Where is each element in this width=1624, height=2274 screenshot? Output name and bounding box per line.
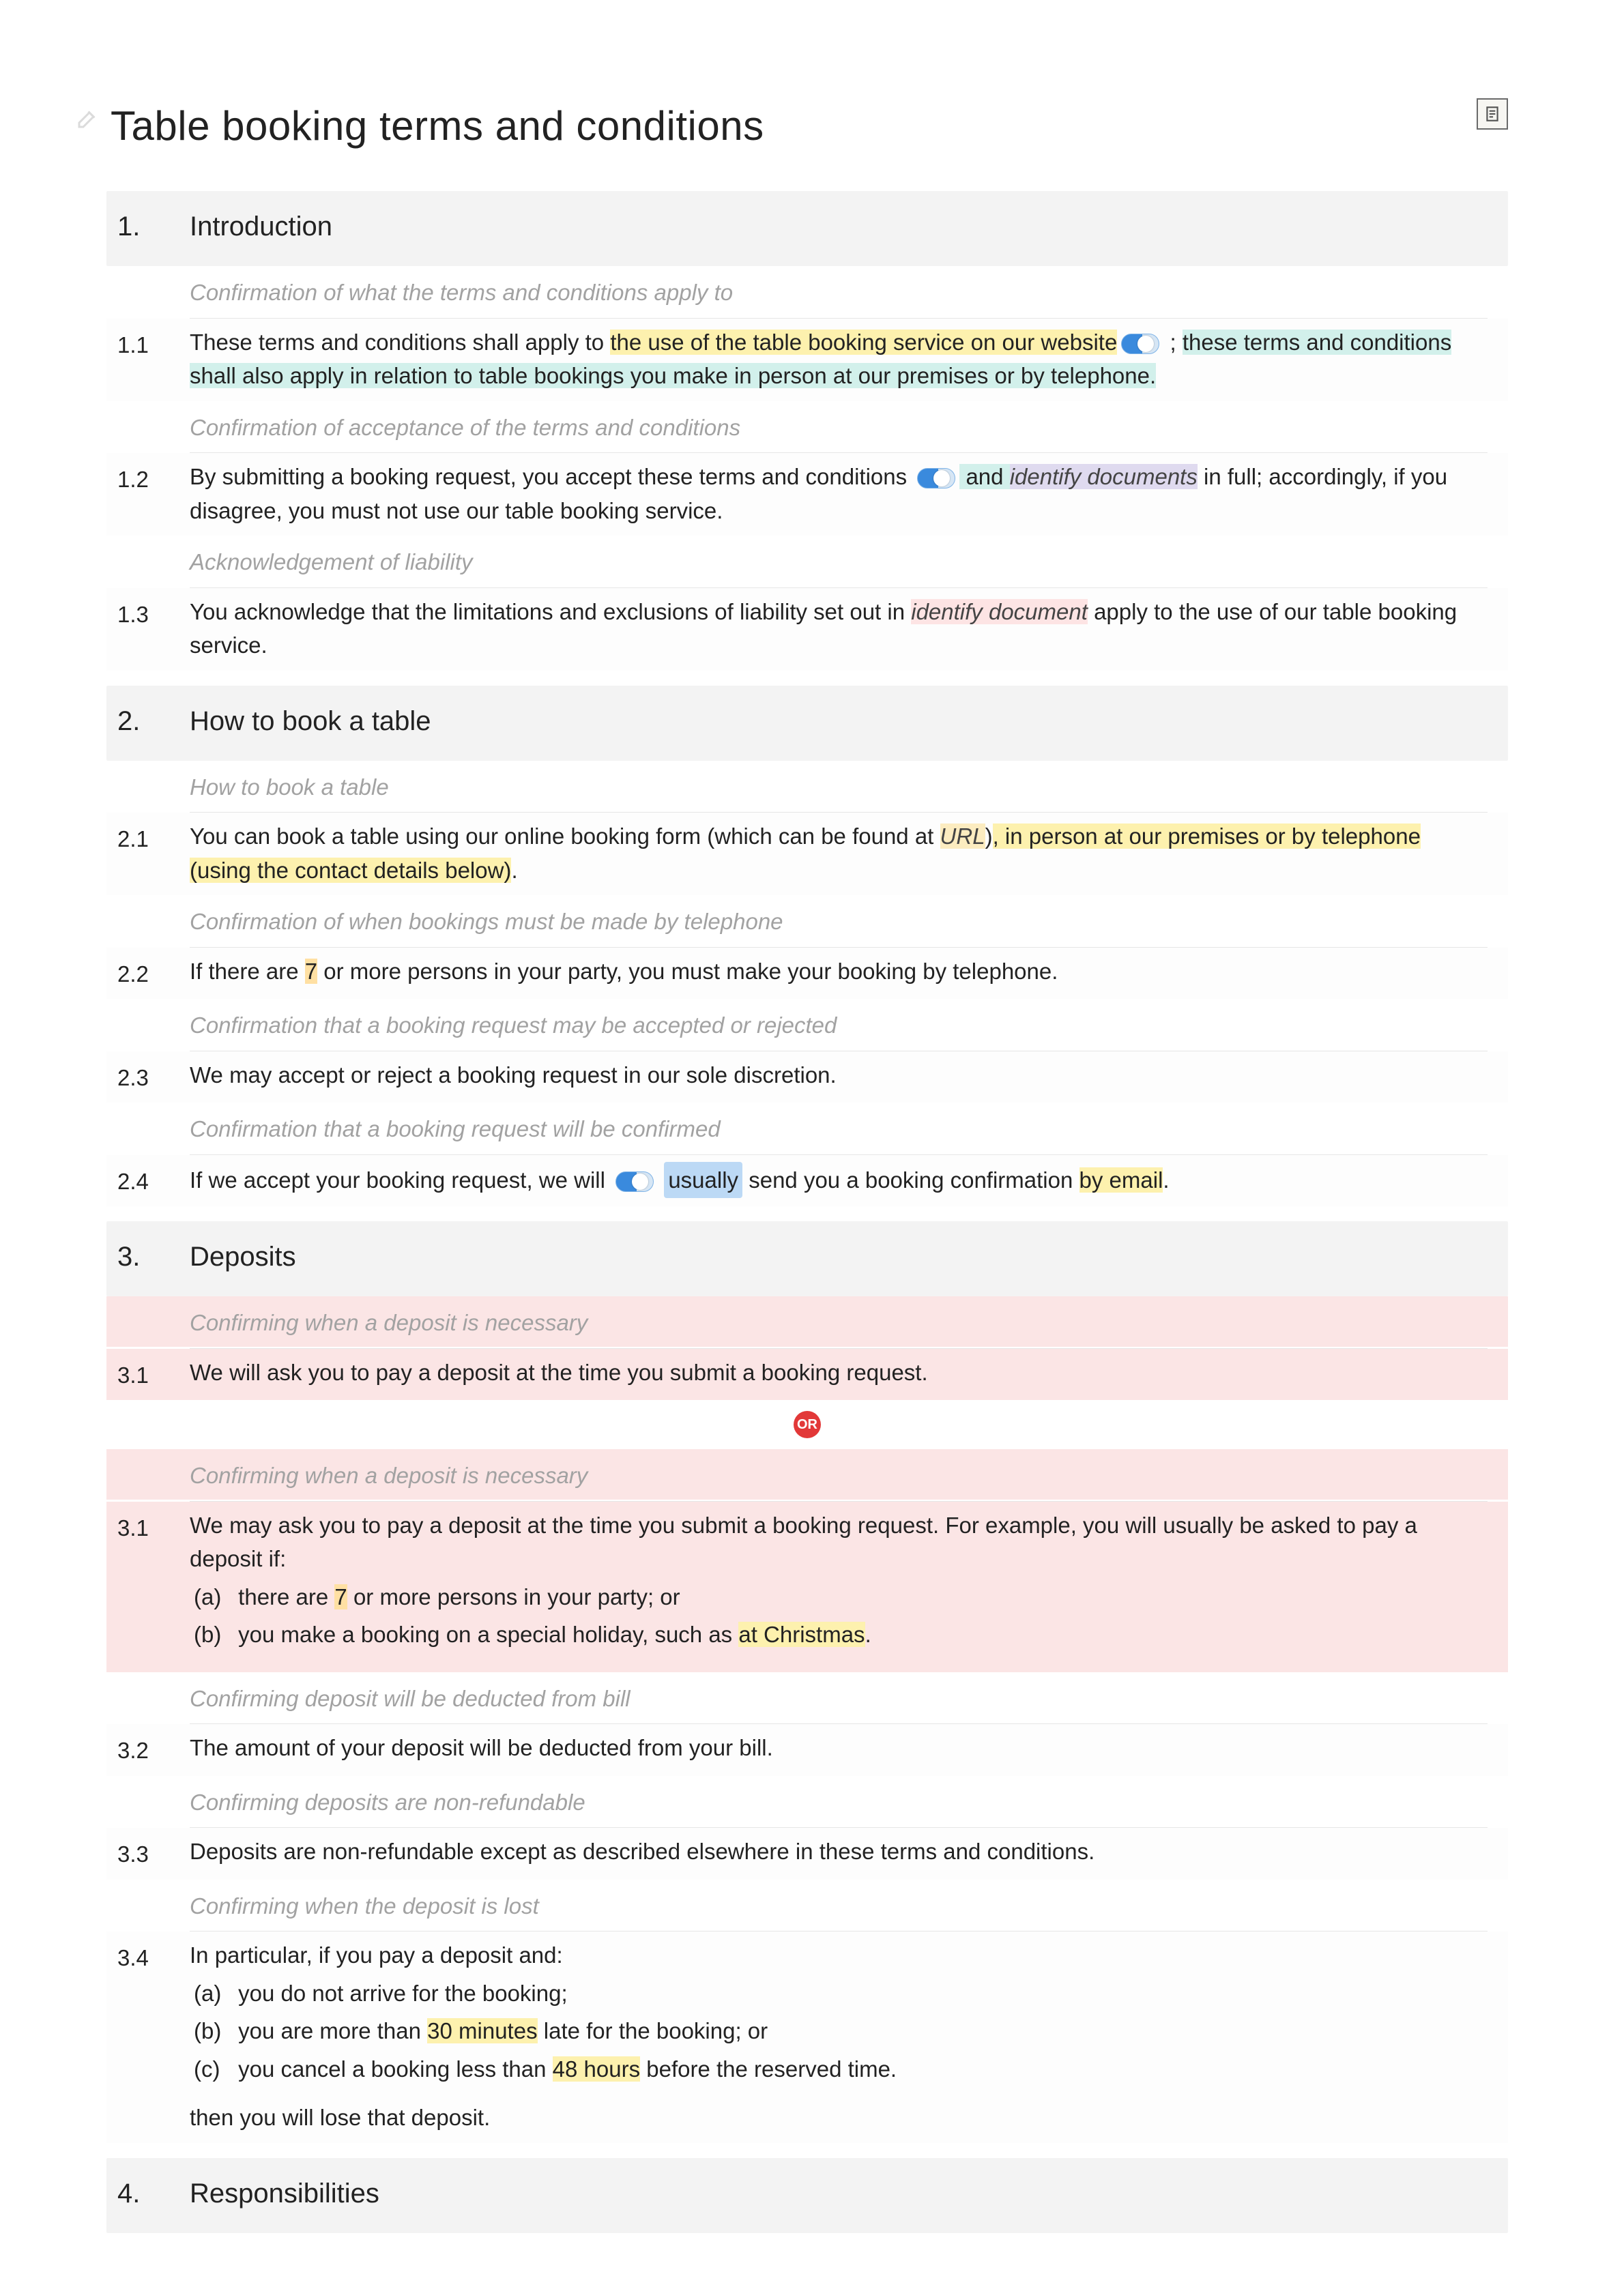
clause-conclusion: then you will lose that deposit. (190, 2086, 1488, 2135)
section-heading-3: 3. Deposits (106, 1221, 1508, 1296)
clause-number: 2.4 (117, 1162, 165, 1199)
clause-number: 1.1 (117, 325, 165, 393)
clause-annotation: Confirmation of acceptance of the terms … (106, 401, 1508, 452)
clause-annotation: Confirming deposits are non-refundable (106, 1776, 1508, 1826)
list-item: (a) there are 7 or more persons in your … (194, 1580, 1488, 1614)
clause-number: 3.3 (117, 1835, 165, 1871)
clause-text: By submitting a booking request, you acc… (190, 460, 1488, 527)
list-item: (b) you are more than 30 minutes late fo… (194, 2014, 1488, 2048)
clause-number: 1.2 (117, 460, 165, 527)
editable-text[interactable]: by email (1079, 1167, 1163, 1193)
clause-annotation: How to book a table (106, 761, 1508, 811)
clause-text: In particular, if you pay a deposit and:… (190, 1938, 1488, 2135)
section-number: 4. (117, 2173, 160, 2214)
sub-list: (a) there are 7 or more persons in your … (190, 1580, 1488, 1652)
clause-text: We will ask you to pay a deposit at the … (190, 1356, 1488, 1393)
section-heading-2: 2. How to book a table (106, 686, 1508, 761)
toggle-switch[interactable] (1121, 334, 1159, 354)
clause-1-3: 1.3 You acknowledge that the limitations… (106, 588, 1508, 671)
section-number: 2. (117, 701, 160, 742)
section-heading-1: 1. Introduction (106, 191, 1508, 266)
clause-1-2: 1.2 By submitting a booking request, you… (106, 453, 1508, 536)
clause-3-4: 3.4 In particular, if you pay a deposit … (106, 1932, 1508, 2143)
editable-number[interactable]: 7 (305, 959, 317, 984)
clause-3-1-option-b[interactable]: 3.1 We may ask you to pay a deposit at t… (106, 1502, 1508, 1672)
document-page: Table booking terms and conditions 1. In… (0, 0, 1624, 2274)
section-number: 1. (117, 206, 160, 247)
clause-2-4: 2.4 If we accept your booking request, w… (106, 1155, 1508, 1207)
clause-annotation: Confirming when a deposit is necessary (106, 1449, 1508, 1500)
clause-annotation: Confirmation of what the terms and condi… (106, 266, 1508, 317)
clause-annotation: Confirming when the deposit is lost (106, 1880, 1508, 1930)
section-title: How to book a table (190, 701, 431, 742)
clause-text: If we accept your booking request, we wi… (190, 1162, 1488, 1199)
clause-number: 2.2 (117, 954, 165, 991)
editable-text[interactable]: 30 minutes (427, 2018, 537, 2043)
clause-text: We may accept or reject a booking reques… (190, 1058, 1488, 1095)
section-title: Introduction (190, 206, 332, 247)
editable-text[interactable]: 48 hours (553, 2056, 640, 2082)
clause-text: We may ask you to pay a deposit at the t… (190, 1508, 1488, 1652)
clause-annotation: Confirmation that a booking request will… (106, 1103, 1508, 1153)
clause-2-3: 2.3 We may accept or reject a booking re… (106, 1051, 1508, 1103)
page-title: Table booking terms and conditions (111, 96, 1466, 157)
active-option[interactable]: usually (664, 1162, 742, 1199)
clause-number: 1.3 (117, 595, 165, 662)
editable-text[interactable]: at Christmas (738, 1622, 865, 1647)
clause-annotation: Confirming when a deposit is necessary (106, 1296, 1508, 1347)
or-divider-badge: OR (794, 1411, 821, 1438)
clause-2-2: 2.2 If there are 7 or more persons in yo… (106, 948, 1508, 1000)
clause-text: If there are 7 or more persons in your p… (190, 954, 1488, 991)
section-heading-4: 4. Responsibilities (106, 2158, 1508, 2233)
document-icon[interactable] (1477, 98, 1508, 130)
sub-list: (a) you do not arrive for the booking; (… (190, 1977, 1488, 2086)
clause-annotation: Confirming deposit will be deducted from… (106, 1672, 1508, 1723)
document-header: Table booking terms and conditions (75, 96, 1508, 157)
placeholder-field[interactable]: identify documents (1010, 464, 1198, 489)
editable-number[interactable]: 7 (334, 1584, 347, 1609)
clause-text: The amount of your deposit will be deduc… (190, 1731, 1488, 1768)
clause-3-1-option-a[interactable]: 3.1 We will ask you to pay a deposit at … (106, 1349, 1508, 1401)
document-body: 1. Introduction Confirmation of what the… (75, 191, 1508, 2233)
clause-number: 3.2 (117, 1731, 165, 1768)
section-title: Responsibilities (190, 2173, 379, 2214)
edit-icon (75, 106, 100, 131)
clause-3-2: 3.2 The amount of your deposit will be d… (106, 1724, 1508, 1776)
clause-number: 3.1 (117, 1508, 165, 1652)
list-item: (b) you make a booking on a special holi… (194, 1618, 1488, 1652)
placeholder-field[interactable]: identify document (911, 599, 1088, 624)
editable-text[interactable]: the use of the table booking service on … (610, 330, 1117, 355)
list-item: (c) you cancel a booking less than 48 ho… (194, 2052, 1488, 2086)
clause-1-1: 1.1 These terms and conditions shall app… (106, 319, 1508, 401)
toggle-switch[interactable] (917, 468, 955, 489)
section-number: 3. (117, 1236, 160, 1277)
list-item: (a) you do not arrive for the booking; (194, 1977, 1488, 2011)
clause-text: You can book a table using our online bo… (190, 819, 1488, 887)
clause-number: 2.1 (117, 819, 165, 887)
toggle-switch[interactable] (615, 1171, 654, 1192)
clause-number: 3.4 (117, 1938, 165, 2135)
clause-annotation: Confirmation of when bookings must be ma… (106, 895, 1508, 946)
clause-text: You acknowledge that the limitations and… (190, 595, 1488, 662)
clause-number: 3.1 (117, 1356, 165, 1393)
clause-text: These terms and conditions shall apply t… (190, 325, 1488, 393)
clause-3-3: 3.3 Deposits are non-refundable except a… (106, 1828, 1508, 1880)
section-title: Deposits (190, 1236, 296, 1277)
placeholder-field[interactable]: URL (940, 823, 985, 849)
clause-2-1: 2.1 You can book a table using our onlin… (106, 813, 1508, 895)
optional-text[interactable]: and identify documents (959, 464, 1198, 489)
clause-annotation: Confirmation that a booking request may … (106, 999, 1508, 1049)
clause-annotation: Acknowledgement of liability (106, 536, 1508, 586)
clause-text: Deposits are non-refundable except as de… (190, 1835, 1488, 1871)
clause-number: 2.3 (117, 1058, 165, 1095)
